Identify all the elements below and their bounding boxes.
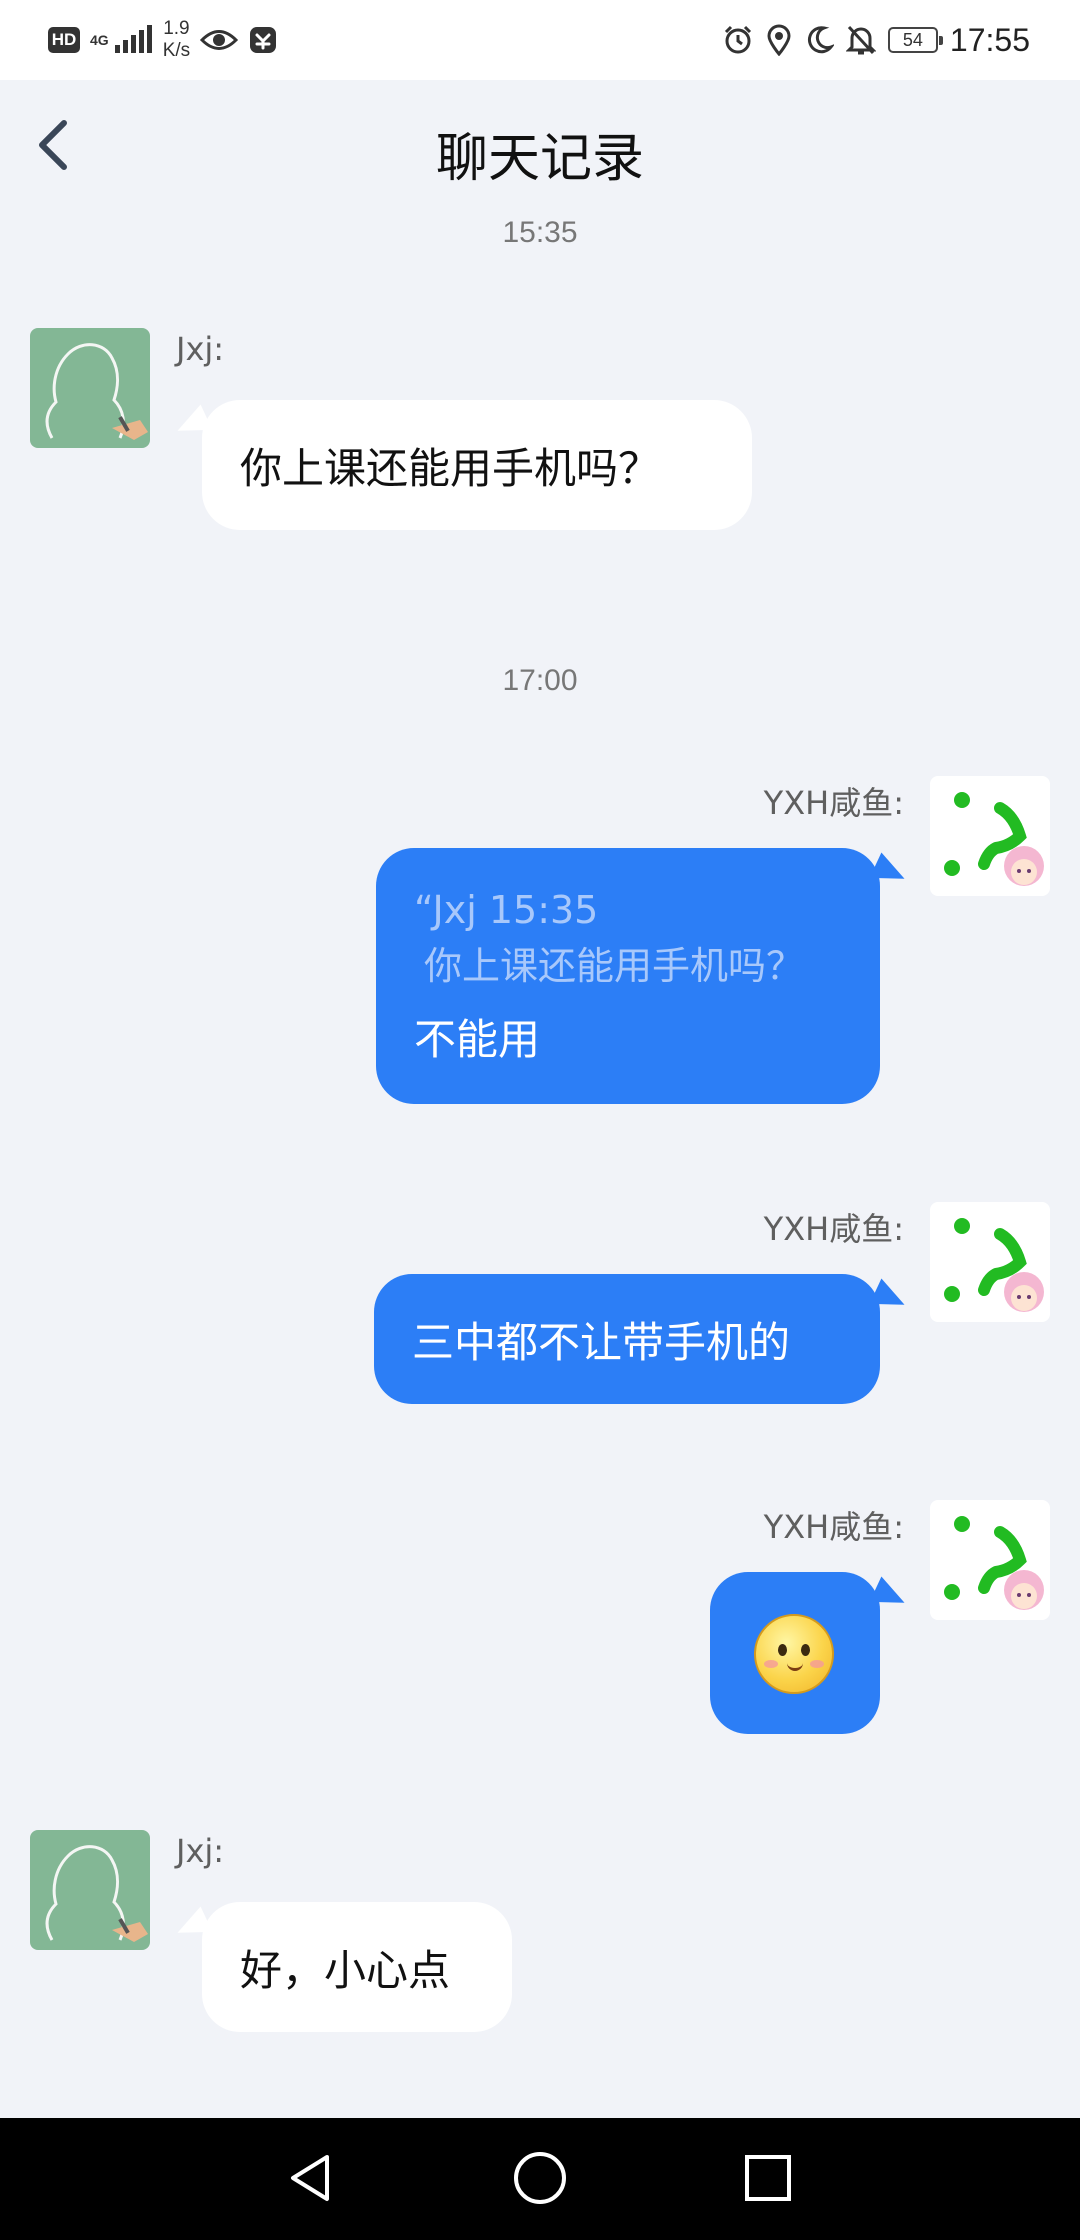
avatar[interactable] [30, 1830, 150, 1950]
quote-text: 你上课还能用手机吗？ [424, 944, 805, 988]
message-bubble[interactable] [710, 1572, 880, 1734]
eye-icon [200, 30, 239, 50]
status-bar: HD 4G 1.9 K/s 54 17:55 [0, 0, 1080, 80]
user-avatar-icon [944, 792, 1044, 886]
message-text: 三中都不让带手机的 [412, 1317, 791, 1367]
nav-recents-button[interactable] [728, 2138, 808, 2218]
back-triangle-icon [291, 2155, 329, 2201]
sender-name: Jxj: [176, 1832, 225, 1870]
home-circle-icon [514, 2152, 566, 2204]
avatar[interactable] [930, 1202, 1050, 1322]
page-title: 聊天记录 [435, 129, 644, 189]
default-avatar-icon [45, 1845, 148, 1942]
alarm-icon [724, 25, 751, 54]
avatar[interactable] [930, 776, 1050, 896]
nav-home-button[interactable] [500, 2138, 580, 2218]
message-bubble[interactable]: 好，小心点 [202, 1902, 512, 2032]
nav-back-button[interactable] [270, 2138, 350, 2218]
user-avatar-icon [944, 1218, 1044, 1312]
message-text: 好，小心点 [240, 1945, 451, 1995]
timestamp: 15:35 [502, 216, 578, 249]
user-avatar-icon [944, 1516, 1044, 1610]
sender-name: Jxj: [176, 330, 225, 368]
sender-name: YXH咸鱼: [763, 1508, 904, 1546]
signal-icon: 4G [90, 25, 153, 55]
smiling-face-emoji-icon [754, 1614, 834, 1694]
avatar[interactable] [930, 1500, 1050, 1620]
timestamp: 17:00 [502, 664, 578, 697]
hd-icon: HD [48, 27, 80, 53]
message-bubble[interactable]: “Jxj 15:35 你上课还能用手机吗？ 不能用 [376, 848, 880, 1104]
message-text: 不能用 [414, 1015, 541, 1064]
moon-icon [807, 26, 834, 54]
status-left-group: HD 4G 1.9 K/s [48, 14, 278, 66]
battery-icon: 54 [887, 27, 943, 53]
location-icon [767, 24, 791, 56]
message-text: 你上课还能用手机吗？ [240, 443, 661, 493]
message-bubble[interactable]: 你上课还能用手机吗？ [202, 400, 752, 530]
title-bar: 聊天记录 [0, 80, 1080, 215]
default-avatar-icon [45, 343, 148, 440]
status-right-group: 54 17:55 [722, 14, 1030, 66]
quoted-message[interactable]: “Jxj 15:35 你上课还能用手机吗？ [414, 882, 804, 994]
avatar[interactable] [30, 328, 150, 448]
app-notification-icon [250, 27, 277, 53]
message-bubble[interactable]: 三中都不让带手机的 [374, 1274, 880, 1404]
network-speed: 1.9 K/s [162, 18, 191, 61]
sender-name: YXH咸鱼: [763, 1210, 904, 1248]
system-nav-bar [0, 2118, 1080, 2240]
status-clock: 17:55 [949, 21, 1030, 58]
quote-header: “Jxj 15:35 [414, 888, 599, 932]
recents-square-icon [745, 2155, 791, 2201]
sender-name: YXH咸鱼: [763, 784, 904, 822]
bell-off-icon [845, 25, 876, 55]
